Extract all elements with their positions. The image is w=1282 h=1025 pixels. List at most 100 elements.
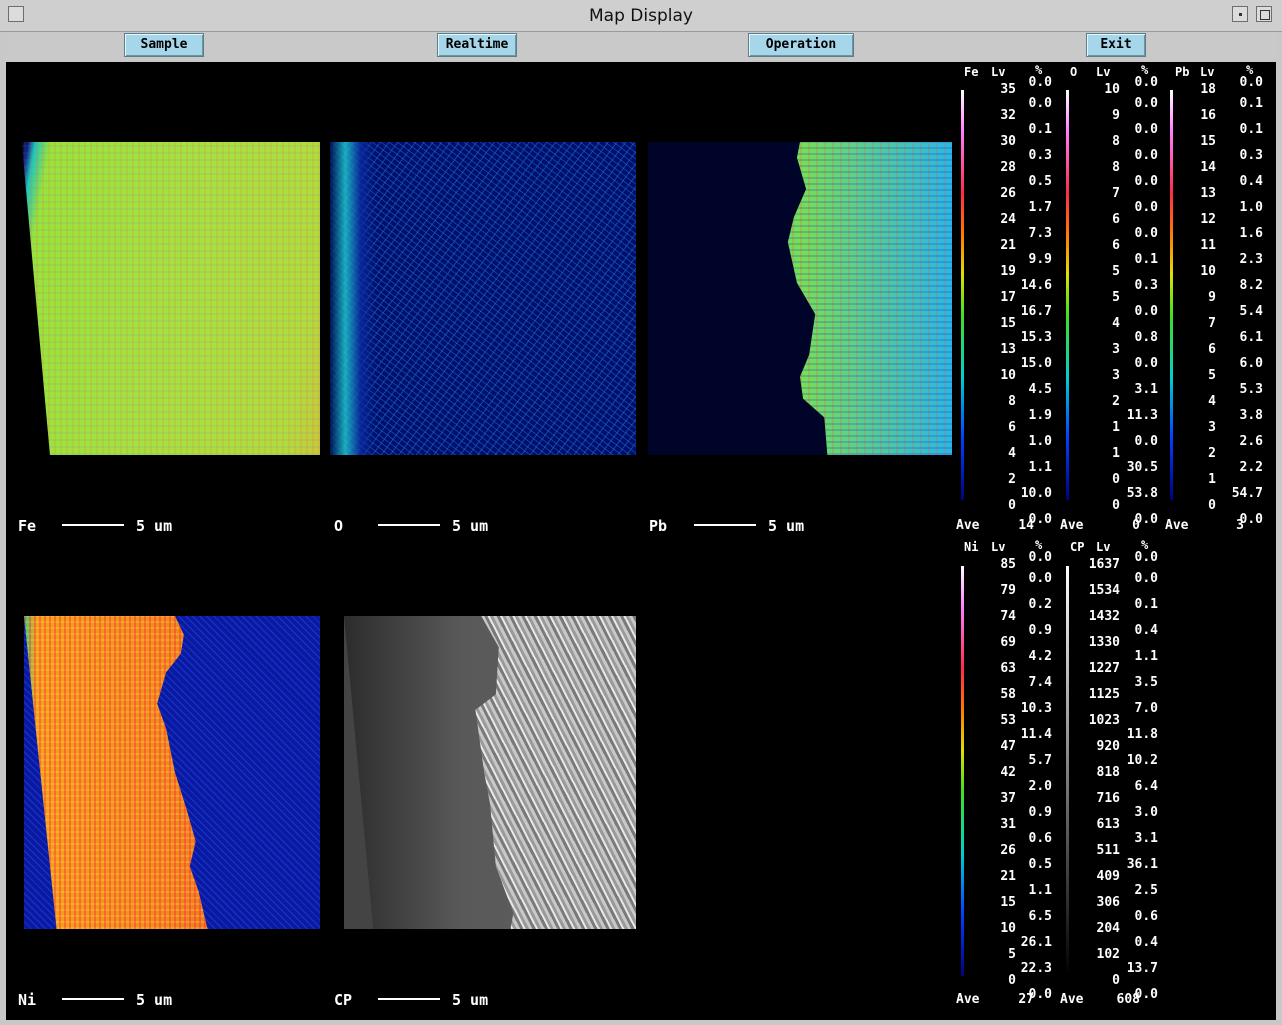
pb-level: 0: [1208, 498, 1216, 513]
pb-scale-label: 5 um: [768, 517, 805, 535]
ni-pct: 6.5: [1028, 909, 1052, 924]
ni-scale-label: 5 um: [136, 991, 173, 1009]
ni-pct: 0.9: [1028, 805, 1052, 820]
o-level: 1: [1112, 420, 1120, 435]
fe-level: 10: [1000, 368, 1016, 383]
pb-pct: 6.0: [1239, 356, 1263, 371]
map-display-area: Fe 5 um O 5 um Pb 5 um Ni 5 um CP 5 um F…: [6, 62, 1276, 1020]
pb-level: 12: [1200, 212, 1216, 227]
cp-pct: 0.6: [1134, 909, 1158, 924]
ni-level: 69: [1000, 635, 1016, 650]
exit-button[interactable]: Exit: [1086, 33, 1146, 57]
realtime-button[interactable]: Realtime: [437, 33, 517, 57]
fe-pct: 15.0: [1020, 356, 1052, 371]
pb-level: 9: [1208, 290, 1216, 305]
fe-pct: 9.9: [1028, 252, 1052, 267]
ni-pct: 2.0: [1028, 779, 1052, 794]
fe-pct: 1.0: [1028, 434, 1052, 449]
pb-pct: 0.0: [1239, 75, 1263, 90]
fe-colorbar: [961, 90, 964, 500]
ni-pct: 0.5: [1028, 857, 1052, 872]
o-level: 4: [1112, 316, 1120, 331]
fe-level: 4: [1008, 446, 1016, 461]
pb-level: 14: [1200, 160, 1216, 175]
pb-pct: 0.1: [1239, 122, 1263, 137]
o-scale-label: 5 um: [452, 517, 489, 535]
o-level: 6: [1112, 212, 1120, 227]
fe-pct: 16.7: [1020, 304, 1052, 319]
pb-ave-value: 3: [1236, 518, 1244, 533]
o-colorbar: [1066, 90, 1069, 500]
pb-level: 6: [1208, 342, 1216, 357]
ni-level: 63: [1000, 661, 1016, 676]
pb-pct: 0.1: [1239, 96, 1263, 111]
cp-ave-label: Ave: [1060, 992, 1084, 1007]
fe-level: 2: [1008, 472, 1016, 487]
ni-pct: 0.0: [1028, 550, 1052, 565]
fe-level: 6: [1008, 420, 1016, 435]
sample-button[interactable]: Sample: [124, 33, 204, 57]
o-level: 9: [1112, 108, 1120, 123]
ni-pct: 0.6: [1028, 831, 1052, 846]
o-pct: 30.5: [1126, 460, 1158, 475]
maximize-icon[interactable]: [1256, 6, 1272, 22]
pb-level: 5: [1208, 368, 1216, 383]
cp-level: 1330: [1088, 635, 1120, 650]
cp-level: 1432: [1088, 609, 1120, 624]
pb-pct: 0.4: [1239, 174, 1263, 189]
ni-map-image[interactable]: [24, 616, 320, 929]
cp-level: 1023: [1088, 713, 1120, 728]
cp-pct: 6.4: [1134, 779, 1158, 794]
ni-scale-title: Ni: [964, 540, 979, 554]
o-pct: 0.0: [1134, 148, 1158, 163]
ni-level: 74: [1000, 609, 1016, 624]
ni-ave-value: 27: [1018, 992, 1034, 1007]
ni-map-label: Ni: [18, 991, 37, 1009]
pb-pct: 1.6: [1239, 226, 1263, 241]
cp-pct: 1.1: [1134, 649, 1158, 664]
o-level: 0: [1112, 498, 1120, 513]
ni-level: 21: [1000, 869, 1016, 884]
o-pct: 0.1: [1134, 252, 1158, 267]
fe-pct: 0.3: [1028, 148, 1052, 163]
pb-map-image[interactable]: [648, 142, 952, 455]
pb-lv-header: Lv: [1200, 65, 1215, 79]
pb-level: 11: [1200, 238, 1216, 253]
fe-level: 35: [1000, 82, 1016, 97]
o-level: 10: [1104, 82, 1120, 97]
o-pct: 0.0: [1134, 304, 1158, 319]
cp-ave-value: 608: [1116, 992, 1140, 1007]
ni-level: 79: [1000, 583, 1016, 598]
operation-button[interactable]: Operation: [748, 33, 854, 57]
fe-map-image[interactable]: [6, 142, 320, 455]
cp-level: 818: [1096, 765, 1120, 780]
pb-level: 2: [1208, 446, 1216, 461]
toolbar: Sample Realtime Operation Exit: [6, 32, 1276, 60]
fe-pct: 10.0: [1020, 486, 1052, 501]
fe-level: 26: [1000, 186, 1016, 201]
fe-level: 21: [1000, 238, 1016, 253]
o-map-image[interactable]: [330, 142, 636, 455]
o-level: 1: [1112, 446, 1120, 461]
fe-scale-bar: [62, 524, 124, 526]
cp-pct: 10.2: [1126, 753, 1158, 768]
pb-level: 7: [1208, 316, 1216, 331]
pb-pct: 6.1: [1239, 330, 1263, 345]
o-ave-value: 0: [1132, 518, 1140, 533]
cp-colorbar: [1066, 566, 1069, 976]
ni-level: 37: [1000, 791, 1016, 806]
pb-pct: 5.4: [1239, 304, 1263, 319]
ni-pct: 10.3: [1020, 701, 1052, 716]
fe-pct: 14.6: [1020, 278, 1052, 293]
o-pct: 0.0: [1134, 75, 1158, 90]
cp-level: 306: [1096, 895, 1120, 910]
cp-level: 409: [1096, 869, 1120, 884]
cp-map-image[interactable]: [344, 616, 636, 929]
ni-pct: 22.3: [1020, 961, 1052, 976]
minimize-icon[interactable]: [1232, 6, 1248, 22]
cp-pct: 0.0: [1134, 550, 1158, 565]
pb-ave-label: Ave: [1165, 518, 1189, 533]
cp-level: 511: [1096, 843, 1120, 858]
pb-level: 13: [1200, 186, 1216, 201]
o-pct: 0.0: [1134, 122, 1158, 137]
